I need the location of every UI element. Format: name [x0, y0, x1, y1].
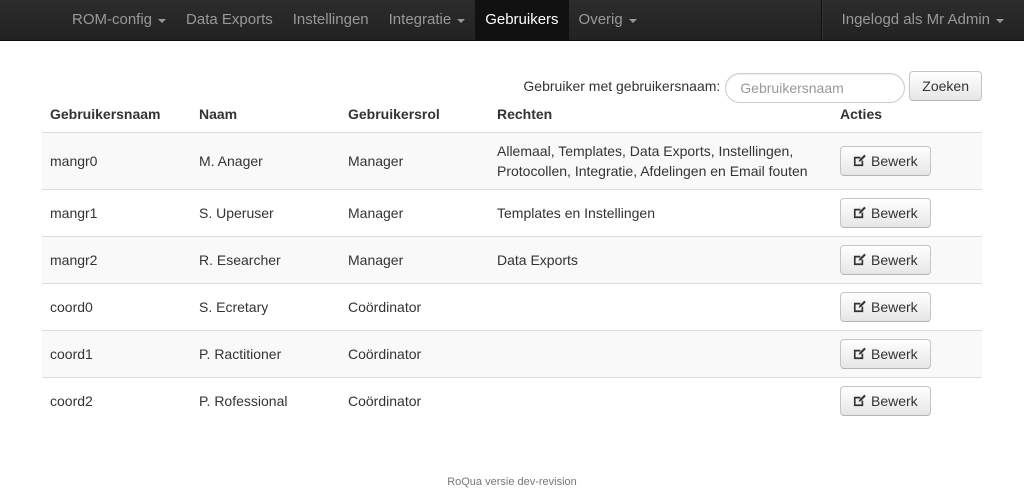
- cell-role: Manager: [340, 188, 489, 236]
- user-menu[interactable]: Ingelogd als Mr Admin: [822, 0, 1024, 40]
- navbar: ROM-config Data Exports Instellingen Int…: [0, 0, 1024, 41]
- cell-rights: Data Exports: [489, 235, 832, 283]
- nav-item-integratie[interactable]: Integratie: [379, 0, 476, 40]
- column-header-username: Gebruikersnaam: [42, 96, 191, 133]
- nav-item-gebruikers[interactable]: Gebruikers: [475, 0, 569, 40]
- cell-username: mangr1: [42, 188, 191, 236]
- column-header-name: Naam: [191, 96, 340, 133]
- edit-icon: [853, 347, 866, 360]
- nav-item-overig[interactable]: Overig: [569, 0, 647, 40]
- cell-username: mangr2: [42, 235, 191, 283]
- edit-button[interactable]: Bewerk: [840, 145, 931, 176]
- column-header-actions: Acties: [832, 96, 982, 133]
- edit-button[interactable]: Bewerk: [840, 291, 931, 322]
- edit-icon: [853, 206, 866, 219]
- column-header-rights: Rechten: [489, 96, 832, 133]
- edit-button-label: Bewerk: [871, 392, 918, 409]
- table-header-row: Gebruikersnaam Naam Gebruikersrol Rechte…: [42, 96, 982, 133]
- cell-actions: Bewerk: [832, 188, 982, 236]
- cell-actions: Bewerk: [832, 376, 982, 424]
- edit-button[interactable]: Bewerk: [840, 197, 931, 228]
- chevron-down-icon: [996, 18, 1004, 23]
- cell-actions: Bewerk: [832, 329, 982, 377]
- nav-item-label: Gebruikers: [485, 11, 559, 28]
- cell-rights: [489, 329, 832, 377]
- cell-rights: Allemaal, Templates, Data Exports, Inste…: [489, 132, 832, 189]
- cell-name: R. Esearcher: [191, 235, 340, 283]
- nav-item-label: ROM-config: [72, 11, 153, 28]
- cell-username: mangr0: [42, 132, 191, 189]
- cell-role: Manager: [340, 235, 489, 283]
- cell-role: Manager: [340, 132, 489, 189]
- chevron-down-icon: [158, 18, 167, 23]
- user-nav: Ingelogd als Mr Admin: [820, 0, 1024, 40]
- cell-name: P. Ractitioner: [191, 329, 340, 377]
- cell-username: coord0: [42, 282, 191, 330]
- nav-item-label: Overig: [578, 11, 623, 28]
- edit-icon: [853, 300, 866, 313]
- table-row: coord1 P. Ractitioner Coördinator Bewerk: [42, 329, 982, 377]
- cell-rights: [489, 282, 832, 330]
- edit-icon: [853, 394, 866, 407]
- cell-name: S. Ecretary: [191, 282, 340, 330]
- nav-item-instellingen[interactable]: Instellingen: [283, 0, 379, 40]
- edit-button-label: Bewerk: [871, 152, 918, 169]
- edit-button[interactable]: Bewerk: [840, 338, 931, 369]
- search-label: Gebruiker met gebruikersnaam:: [523, 78, 721, 94]
- edit-button-label: Bewerk: [871, 251, 918, 268]
- nav-item-label: Integratie: [388, 11, 452, 28]
- chevron-down-icon: [628, 18, 637, 23]
- cell-name: S. Uperuser: [191, 188, 340, 236]
- nav-item-rom-config[interactable]: ROM-config: [62, 0, 176, 40]
- cell-actions: Bewerk: [832, 282, 982, 330]
- edit-button-label: Bewerk: [871, 345, 918, 362]
- cell-rights: [489, 376, 832, 424]
- table-row: coord0 S. Ecretary Coördinator Bewerk: [42, 282, 982, 330]
- nav-item-label: Data Exports: [186, 11, 273, 28]
- cell-rights: Templates en Instellingen: [489, 188, 832, 236]
- chevron-down-icon: [457, 18, 466, 23]
- edit-button-label: Bewerk: [871, 298, 918, 315]
- nav-item-data-exports[interactable]: Data Exports: [176, 0, 283, 40]
- edit-button[interactable]: Bewerk: [840, 244, 931, 275]
- cell-role: Coördinator: [340, 282, 489, 330]
- table-row: mangr0 M. Anager Manager Allemaal, Templ…: [42, 132, 982, 189]
- main-nav: ROM-config Data Exports Instellingen Int…: [62, 0, 647, 40]
- user-menu-label: Ingelogd als Mr Admin: [841, 11, 990, 28]
- edit-icon: [853, 253, 866, 266]
- cell-name: M. Anager: [191, 132, 340, 189]
- cell-actions: Bewerk: [832, 132, 982, 189]
- edit-button-label: Bewerk: [871, 204, 918, 221]
- nav-item-label: Instellingen: [292, 11, 369, 28]
- users-table: Gebruikersnaam Naam Gebruikersrol Rechte…: [42, 96, 982, 424]
- column-header-role: Gebruikersrol: [340, 96, 489, 133]
- table-row: mangr1 S. Uperuser Manager Templates en …: [42, 188, 982, 236]
- version-footer: RoQua versie dev-revision: [447, 476, 577, 488]
- edit-button[interactable]: Bewerk: [840, 385, 931, 416]
- edit-icon: [853, 154, 866, 167]
- cell-username: coord1: [42, 329, 191, 377]
- cell-username: coord2: [42, 376, 191, 424]
- table-row: coord2 P. Rofessional Coördinator Bewerk: [42, 376, 982, 424]
- table-row: mangr2 R. Esearcher Manager Data Exports…: [42, 235, 982, 283]
- cell-actions: Bewerk: [832, 235, 982, 283]
- cell-role: Coördinator: [340, 376, 489, 424]
- cell-name: P. Rofessional: [191, 376, 340, 424]
- cell-role: Coördinator: [340, 329, 489, 377]
